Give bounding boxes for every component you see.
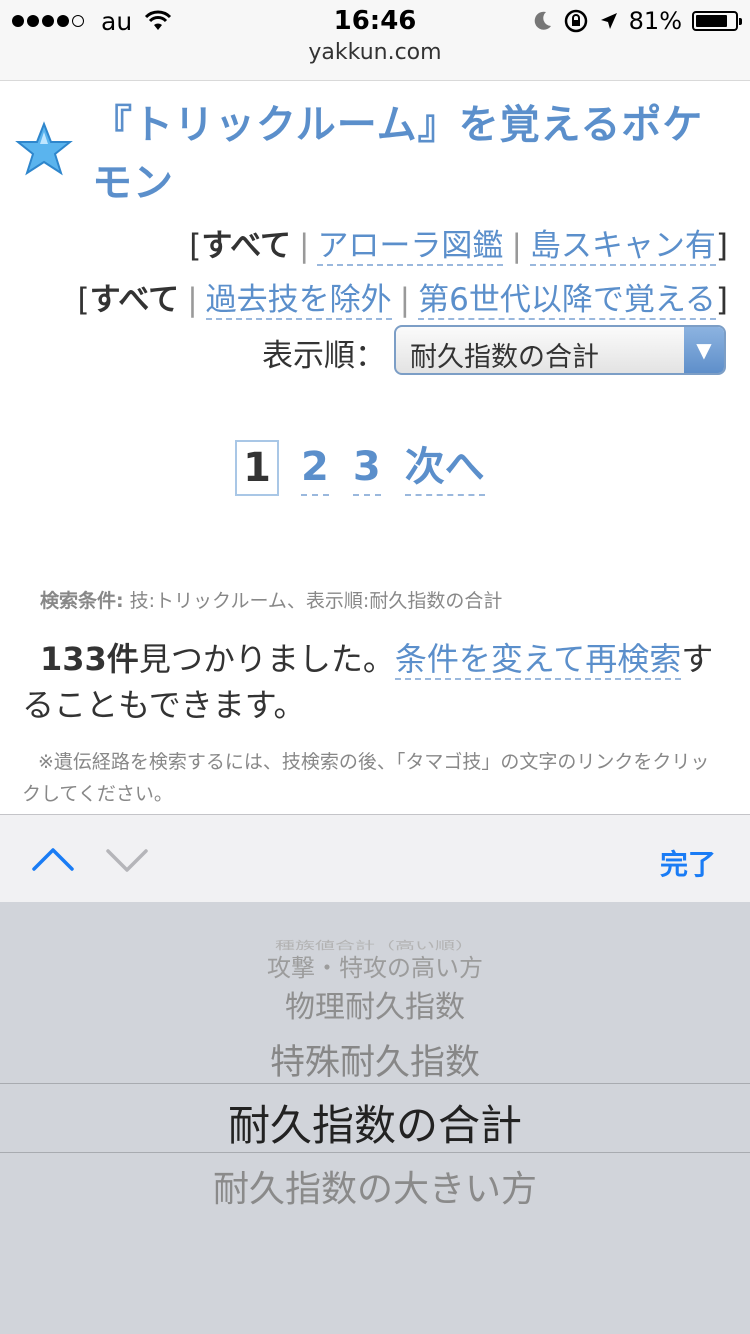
research-link[interactable]: 条件を変えて再検索 (394, 640, 682, 680)
battery-fill (696, 15, 727, 27)
browser-top-bar: au 16:46 81% yakkun.com (0, 0, 750, 81)
picker-option-selected[interactable]: 耐久指数の合計 (0, 1092, 750, 1153)
pagination: 1 2 3 次へ (235, 440, 509, 496)
chevron-down-icon[interactable] (104, 839, 150, 879)
sort-select-value: 耐久指数の合計 (410, 342, 599, 373)
moon-icon (534, 11, 551, 30)
generation-filter-link-gen6[interactable]: 第6世代以降で覚える (418, 282, 716, 320)
chevron-up-icon[interactable] (30, 839, 76, 879)
region-filter-link-alola[interactable]: アローラ図鑑 (317, 228, 504, 266)
sort-select[interactable]: 耐久指数の合計 ▼ (394, 325, 726, 375)
chevron-down-icon: ▼ (684, 327, 724, 373)
search-condition: 検索条件: 技:トリックルーム、表示順:耐久指数の合計 (40, 586, 502, 613)
page-title: 『トリックルーム』を覚えるポケモン (92, 102, 704, 206)
search-condition-value: 技:トリックルーム、表示順:耐久指数の合計 (129, 590, 503, 612)
picker-option[interactable]: 耐久指数の大きい方 (0, 1160, 750, 1212)
star-icon (15, 121, 73, 176)
page-current: 1 (235, 440, 279, 496)
picker-wheel[interactable]: 種族値合計（高い順） 攻撃・特攻の高い方 物理耐久指数 特殊耐久指数 耐久指数の… (0, 902, 750, 1334)
sort-label: 表示順： (262, 338, 386, 374)
battery-icon (692, 11, 742, 31)
picker-option[interactable]: 攻撃・特攻の高い方 (0, 948, 750, 983)
rotation-lock-icon (564, 9, 587, 33)
result-found-text: 見つかりました。 (138, 640, 395, 678)
page-next-link[interactable]: 次へ (404, 440, 485, 496)
url-bar[interactable]: yakkun.com (0, 40, 750, 65)
region-filter-link-island-scan[interactable]: 島スキャン有 (529, 228, 716, 266)
search-condition-label: 検索条件: (40, 590, 124, 612)
result-count: 133件 (40, 640, 139, 678)
picker-selection-top-line (0, 1083, 750, 1084)
generation-filter-current: すべて (89, 282, 180, 318)
region-filter: [すべて | アローラ図鑑 | 島スキャン有] (189, 228, 728, 266)
generation-filter-link-exclude-past[interactable]: 過去技を除外 (205, 282, 392, 320)
picker-selection-bottom-line (0, 1152, 750, 1153)
egg-move-note: ※遺伝経路を検索するには、技検索の後、「タマゴ技」の文字のリンクをクリックしてく… (22, 751, 710, 805)
battery-percent: 81% (628, 7, 682, 35)
picker-option[interactable]: 特殊耐久指数 (0, 1034, 750, 1085)
done-button[interactable]: 完了 (660, 843, 716, 883)
generation-filter: [すべて | 過去技を除外 | 第6世代以降で覚える] (77, 282, 728, 320)
location-arrow-icon (600, 13, 617, 29)
status-right: 81% (533, 6, 742, 36)
page-link-3[interactable]: 3 (352, 440, 381, 496)
keyboard-accessory-bar: 完了 (0, 814, 750, 903)
page-link-2[interactable]: 2 (301, 440, 329, 496)
picker-option[interactable]: 物理耐久指数 (0, 982, 750, 1026)
result-summary: 133件見つかりました。条件を変えて再検索することもできます。 (22, 636, 728, 728)
region-filter-current: すべて (201, 228, 291, 264)
